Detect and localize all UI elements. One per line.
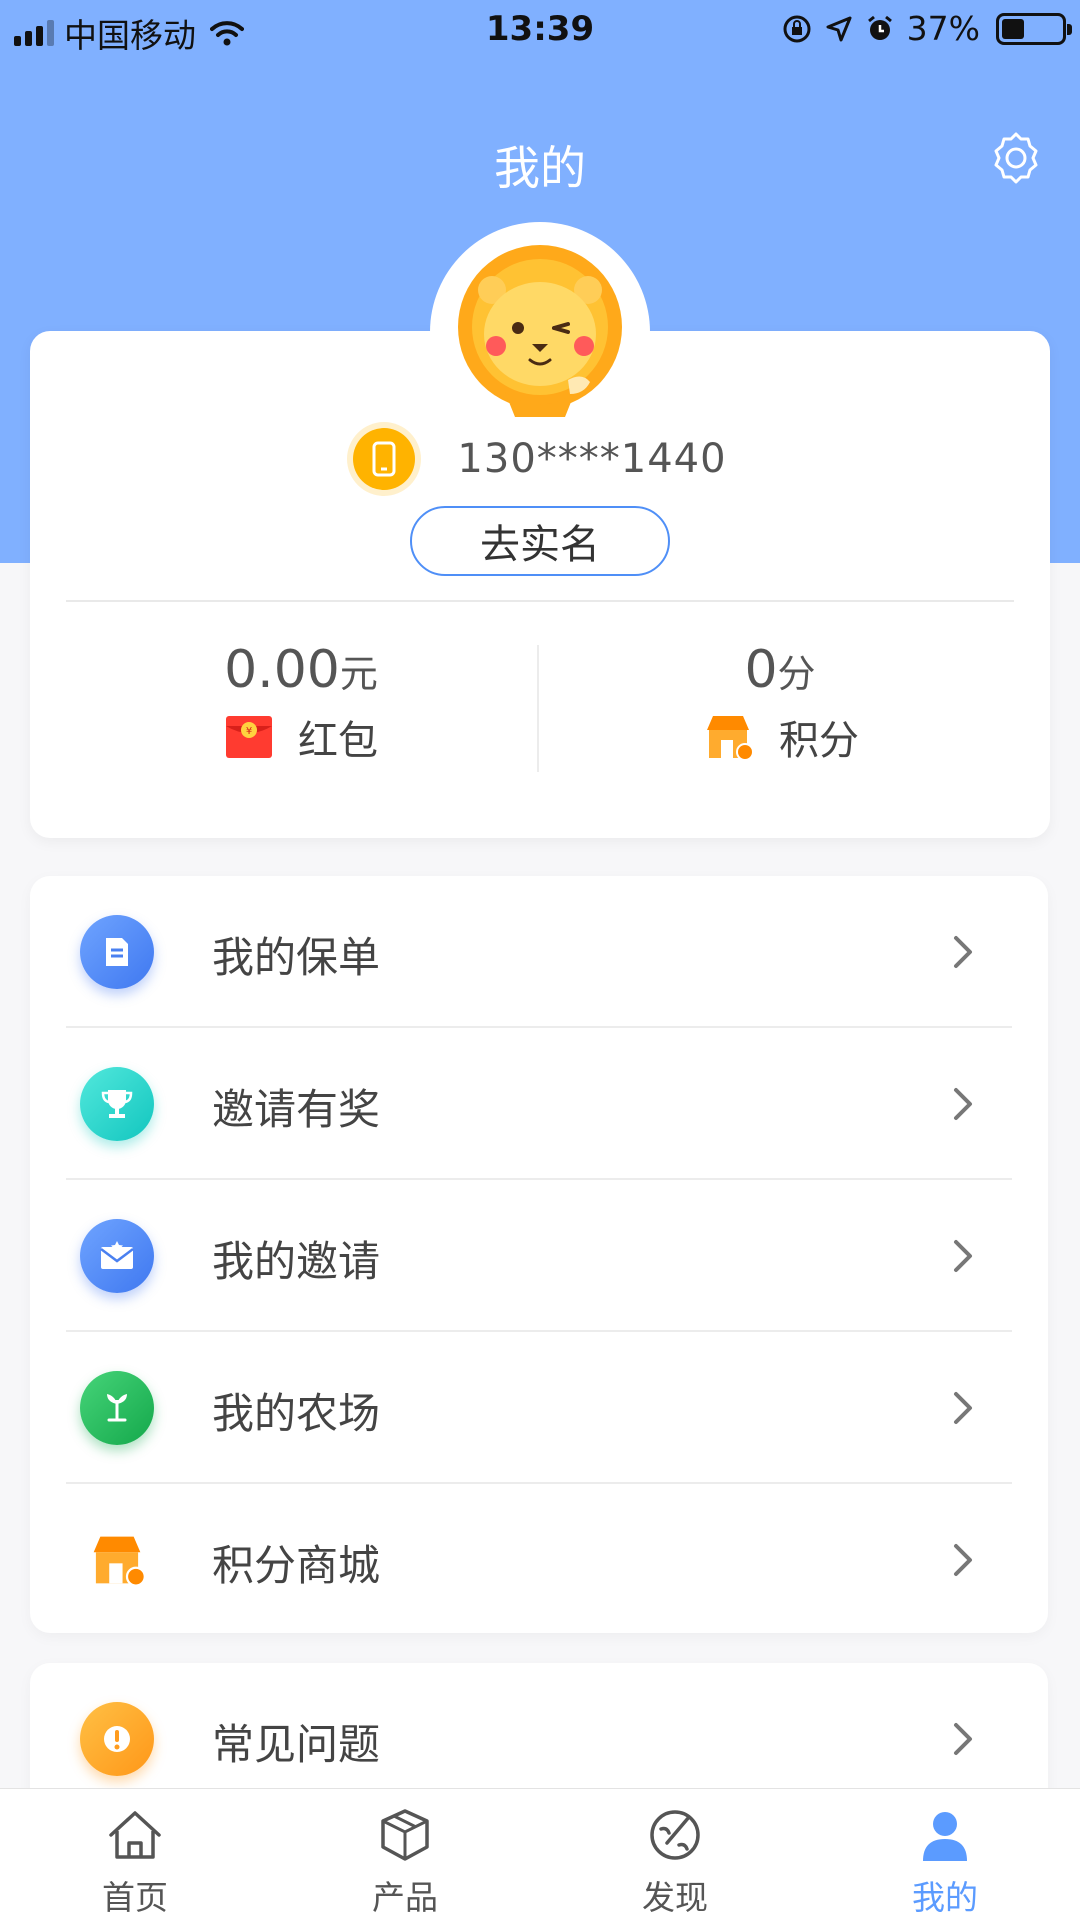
menu-item-my-invites[interactable]: 我的邀请 xyxy=(30,1180,1048,1332)
points-stat[interactable]: 0分 积分 xyxy=(545,640,1015,766)
svg-text:¥: ¥ xyxy=(246,726,252,737)
menu-item-label: 我的农场 xyxy=(212,1389,381,1438)
tab-label: 发现 xyxy=(642,1878,708,1917)
tab-bar: 首页 产品 发现 我的 xyxy=(0,1788,1080,1920)
mobile-phone-icon xyxy=(353,428,416,490)
discover-icon xyxy=(650,1810,700,1860)
settings-gear-icon[interactable] xyxy=(988,130,1044,186)
red-packet-icon: ¥ xyxy=(226,716,272,758)
page-title: 我的 xyxy=(494,141,586,195)
avatar[interactable] xyxy=(450,242,630,422)
farm-icon xyxy=(80,1371,154,1445)
points-label: 积分 xyxy=(779,718,859,764)
menu-item-label: 我的邀请 xyxy=(212,1237,381,1286)
red-packet-value: 0.00 xyxy=(224,640,340,700)
tab-label: 产品 xyxy=(372,1878,438,1917)
policy-icon xyxy=(80,915,154,989)
user-icon xyxy=(923,1812,967,1861)
points-label-row: 积分 xyxy=(545,708,1015,766)
menu-item-points-mall[interactable]: 积分商城 xyxy=(30,1484,1048,1636)
alarm-icon xyxy=(867,15,892,40)
tab-label: 我的 xyxy=(912,1878,978,1917)
chevron-right-icon xyxy=(954,1723,972,1755)
menu-item-invite-reward[interactable]: 邀请有奖 xyxy=(30,1028,1048,1180)
chevron-right-icon xyxy=(954,1240,972,1272)
points-value: 0 xyxy=(744,640,778,700)
orientation-lock-icon xyxy=(783,15,811,42)
location-icon xyxy=(826,16,852,41)
phone-number: 130****1440 xyxy=(457,436,727,482)
red-packet-label-row: ¥ 红包 xyxy=(66,708,536,766)
faq-icon xyxy=(80,1702,154,1776)
card-divider xyxy=(66,600,1014,602)
battery-icon xyxy=(996,12,1072,45)
menu-item-my-policy[interactable]: 我的保单 xyxy=(30,876,1048,1028)
points-unit: 分 xyxy=(777,652,816,696)
trophy-icon xyxy=(80,1067,154,1141)
battery-percent: 37% xyxy=(906,9,980,48)
invite-icon xyxy=(80,1219,154,1293)
chevron-right-icon xyxy=(954,1392,972,1424)
home-icon xyxy=(109,1811,161,1859)
realname-button[interactable]: 去实名 xyxy=(410,506,670,576)
status-right: 37% xyxy=(781,9,1072,48)
chevron-right-icon xyxy=(954,936,972,968)
chevron-right-icon xyxy=(954,1544,972,1576)
menu-item-label: 积分商城 xyxy=(212,1541,381,1590)
red-packet-unit: 元 xyxy=(339,652,378,696)
tab-discover[interactable]: 发现 xyxy=(540,1789,810,1920)
menu-card: 我的保单 邀请有奖 我的邀请 我的农场 积分商城 xyxy=(30,876,1048,1633)
menu-item-label: 邀请有奖 xyxy=(212,1085,381,1134)
chevron-right-icon xyxy=(954,1088,972,1120)
tab-label: 首页 xyxy=(102,1878,168,1917)
store-icon xyxy=(707,716,754,760)
menu-item-label: 常见问题 xyxy=(212,1720,381,1769)
tab-home[interactable]: 首页 xyxy=(0,1789,270,1920)
red-packet-label: 红包 xyxy=(298,718,378,764)
red-packet-stat[interactable]: 0.00元 ¥ 红包 xyxy=(66,640,536,766)
stat-separator xyxy=(537,645,539,772)
tab-products[interactable]: 产品 xyxy=(270,1789,540,1920)
store-icon xyxy=(80,1523,154,1597)
box-icon xyxy=(381,1809,429,1861)
tab-mine[interactable]: 我的 xyxy=(810,1789,1080,1920)
status-bar: 中国移动 13:39 37% xyxy=(0,0,1080,60)
phone-row: 130****1440 xyxy=(0,428,1080,490)
menu-item-label: 我的保单 xyxy=(212,933,381,982)
menu-item-my-farm[interactable]: 我的农场 xyxy=(30,1332,1048,1484)
